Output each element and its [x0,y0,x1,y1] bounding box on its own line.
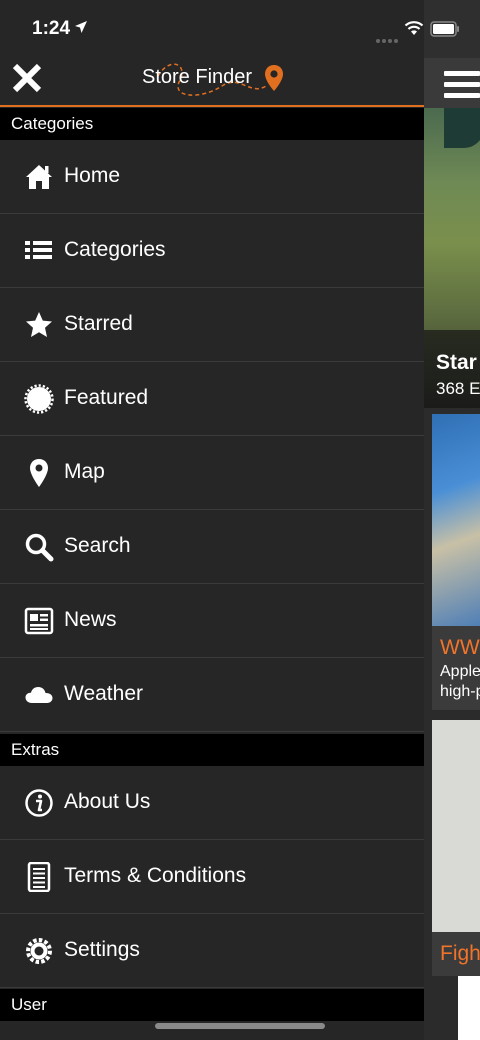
wifi-icon [404,21,424,35]
document-icon [27,862,51,892]
background-hero-subtitle: 368 E [436,379,480,398]
badge-icon [24,384,54,414]
background-white-block [458,976,480,1040]
menu-label: Settings [64,938,140,961]
menu-label: About Us [64,790,151,813]
menu-label: Categories [64,238,166,261]
background-app: Star 368 E WW Apple high-p Fight [424,0,480,1040]
menu-item-featured[interactable]: Featured [0,362,424,436]
background-header [424,58,480,108]
menu-label: Home [64,164,121,187]
background-hero-sign [444,108,480,148]
background-card-title: Fight [440,942,480,965]
menu-item-map[interactable]: Map [0,436,424,510]
background-hero-title: Star [436,351,477,374]
menu-label: Terms & Conditions [64,864,247,887]
cloud-icon [25,687,53,703]
section-title: Categories [11,114,94,133]
menu-item-search[interactable]: Search [0,510,424,584]
home-indicator[interactable] [155,1023,325,1029]
location-arrow-icon [75,21,87,33]
menu-icon[interactable] [444,71,480,98]
store-finder-logo: Store Finder [140,60,290,100]
map-pin-icon [265,65,283,91]
info-icon [25,789,53,817]
menu-label: News [64,608,117,631]
background-card-text: high-p [440,683,480,700]
battery-icon [430,21,459,37]
menu-item-terms[interactable]: Terms & Conditions [0,840,424,914]
menu-label: Search [64,534,131,557]
close-icon[interactable] [10,61,44,95]
map-marker-icon [30,459,48,487]
section-title: User [11,995,47,1014]
star-icon [26,312,52,337]
section-header-categories: Categories [0,108,424,140]
status-time: 1:24 [32,18,71,39]
background-card-title: WW [440,636,480,659]
newspaper-icon [24,607,54,635]
home-icon [26,165,52,189]
menu-label: Starred [64,312,133,335]
menu-item-settings[interactable]: Settings [0,914,424,988]
list-icon [25,241,52,259]
menu-label: Map [64,460,105,483]
section-header-extras: Extras [0,734,424,766]
menu-item-home[interactable]: Home [0,140,424,214]
section-title: Extras [11,740,60,759]
signal-icon [376,30,400,48]
menu-label: Featured [64,386,149,409]
background-card-image [432,720,480,932]
menu-item-starred[interactable]: Starred [0,288,424,362]
logo-text: Store Finder [142,66,253,88]
background-news-card[interactable]: WW Apple high-p [432,414,480,710]
menu-item-news[interactable]: News [0,584,424,658]
menu-label: Weather [64,682,143,705]
background-card-image [432,414,480,626]
background-card-text: Apple [440,663,480,680]
search-icon [25,533,54,562]
drawer-header: Store Finder [0,58,424,107]
side-drawer: 1:24 Store Finder Categories Home Catego… [0,0,424,1040]
section-header-user: User [0,989,424,1021]
menu-item-weather[interactable]: Weather [0,658,424,732]
menu-item-categories[interactable]: Categories [0,214,424,288]
status-bar: 1:24 [0,0,424,58]
gear-icon [26,938,52,964]
background-news-card[interactable]: Fight [432,720,480,976]
menu-item-about-us[interactable]: About Us [0,766,424,840]
background-status-area [424,0,480,58]
